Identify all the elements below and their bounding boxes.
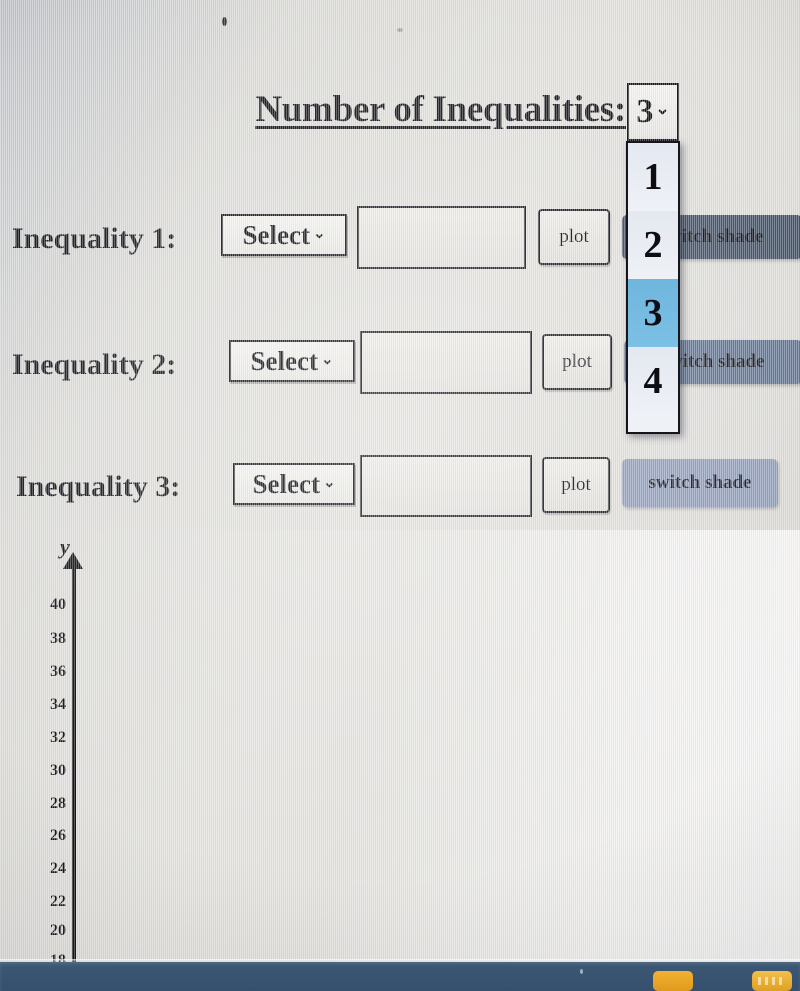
y-tick-label: 26 — [50, 827, 66, 844]
screen-photo: Number of Inequalities: 3 ⌄ 1 2 3 4 Ineq… — [0, 0, 800, 991]
dropdown-option-1[interactable]: 1 — [628, 143, 678, 211]
chevron-down-icon: ⌄ — [322, 474, 336, 491]
inequality-2-select-text: Select — [250, 345, 318, 376]
y-tick-label: 24 — [50, 860, 66, 877]
y-tick-label: 28 — [50, 795, 66, 812]
inequality-1-plot-button[interactable]: plot — [538, 209, 610, 265]
inequality-1-label: Inequality 1: — [12, 222, 177, 255]
inequality-3-shade-label: switch shade — [648, 472, 752, 493]
y-tick-label: 34 — [50, 696, 66, 713]
y-tick-label: 40 — [50, 596, 66, 613]
y-tick-label: 20 — [50, 922, 66, 939]
y-tick-label: 32 — [50, 729, 66, 746]
inequality-3-type-select[interactable]: Select ⌄ — [233, 463, 355, 505]
dropdown-option-4[interactable]: 4 — [628, 347, 678, 415]
inequality-3-switch-shade-button[interactable]: switch shade — [622, 459, 778, 507]
inequality-1-input[interactable] — [357, 206, 526, 269]
dropdown-option-2[interactable]: 2 — [628, 211, 678, 279]
y-axis-tick-labels: 40 38 36 34 32 30 28 26 24 22 20 18 — [22, 530, 66, 969]
y-tick-label: 36 — [50, 663, 66, 680]
dust-speck-secondary — [397, 28, 403, 32]
taskbar[interactable] — [0, 962, 800, 991]
inequality-3-plot-button[interactable]: plot — [542, 457, 610, 513]
chevron-down-icon: ⌄ — [655, 98, 670, 118]
inequality-1-type-select[interactable]: Select ⌄ — [221, 214, 347, 256]
inequality-2-input[interactable] — [360, 331, 532, 394]
number-of-inequalities-select[interactable]: 3 ⌄ — [627, 83, 679, 141]
inequality-3-plot-label: plot — [561, 474, 591, 495]
dust-speck — [222, 17, 227, 26]
chevron-down-icon: ⌄ — [320, 351, 334, 368]
page-title: Number of Inequalities: — [255, 89, 626, 130]
number-of-inequalities-dropdown-list[interactable]: 1 2 3 4 — [626, 141, 680, 434]
inequality-1-plot-label: plot — [559, 226, 589, 247]
inequality-2-plot-label: plot — [562, 351, 592, 372]
inequality-1-select-text: Select — [242, 219, 310, 250]
inequality-3-select-text: Select — [252, 468, 320, 499]
y-tick-label: 38 — [50, 630, 66, 647]
number-of-inequalities-value: 3 — [636, 93, 654, 130]
coordinate-graph[interactable] — [0, 530, 800, 962]
app-icon-orange[interactable] — [653, 971, 693, 991]
inequality-3-label: Inequality 3: — [16, 470, 181, 503]
inequality-2-type-select[interactable]: Select ⌄ — [229, 340, 355, 382]
graph-glare-overlay — [0, 530, 800, 962]
taskbar-speck — [580, 969, 583, 974]
chevron-down-icon: ⌄ — [312, 225, 326, 242]
y-tick-label: 30 — [50, 762, 66, 779]
app-icon-orange-striped[interactable] — [752, 971, 792, 991]
inequality-3-input[interactable] — [360, 455, 532, 517]
y-tick-label: 22 — [50, 893, 66, 910]
inequality-2-plot-button[interactable]: plot — [542, 334, 612, 390]
dropdown-option-3[interactable]: 3 — [628, 279, 678, 347]
inequality-2-label: Inequality 2: — [12, 348, 177, 381]
y-axis-line — [72, 558, 76, 962]
